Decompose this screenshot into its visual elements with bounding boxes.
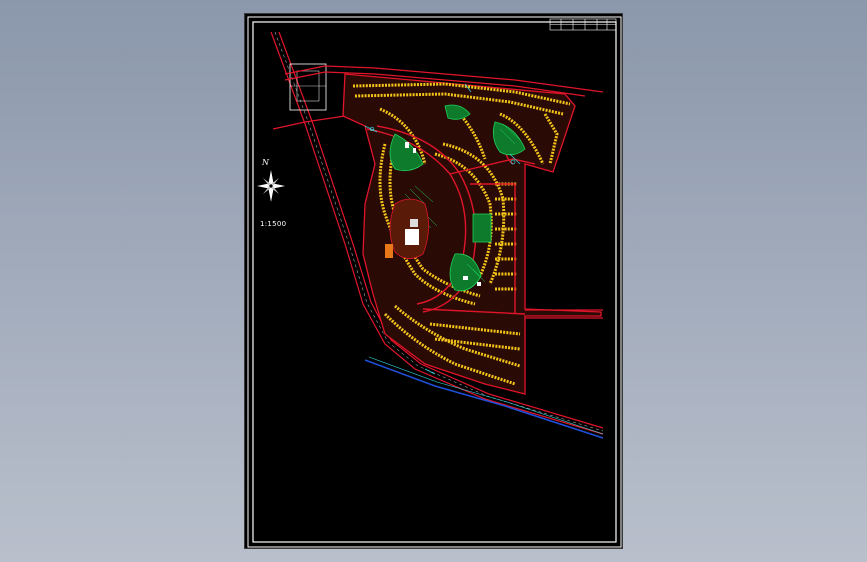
title-block bbox=[549, 18, 617, 31]
north-arrow-icon bbox=[257, 170, 285, 202]
north-label: N bbox=[262, 158, 269, 167]
entry-plaza bbox=[289, 63, 327, 111]
cad-viewport[interactable]: N 1:1500 bbox=[0, 0, 867, 562]
scale-label: 1:1500 bbox=[260, 220, 287, 228]
site-plan-drawing bbox=[247, 16, 622, 548]
site-boundary bbox=[342, 73, 602, 395]
drawing-sheet[interactable]: N 1:1500 bbox=[244, 13, 623, 549]
